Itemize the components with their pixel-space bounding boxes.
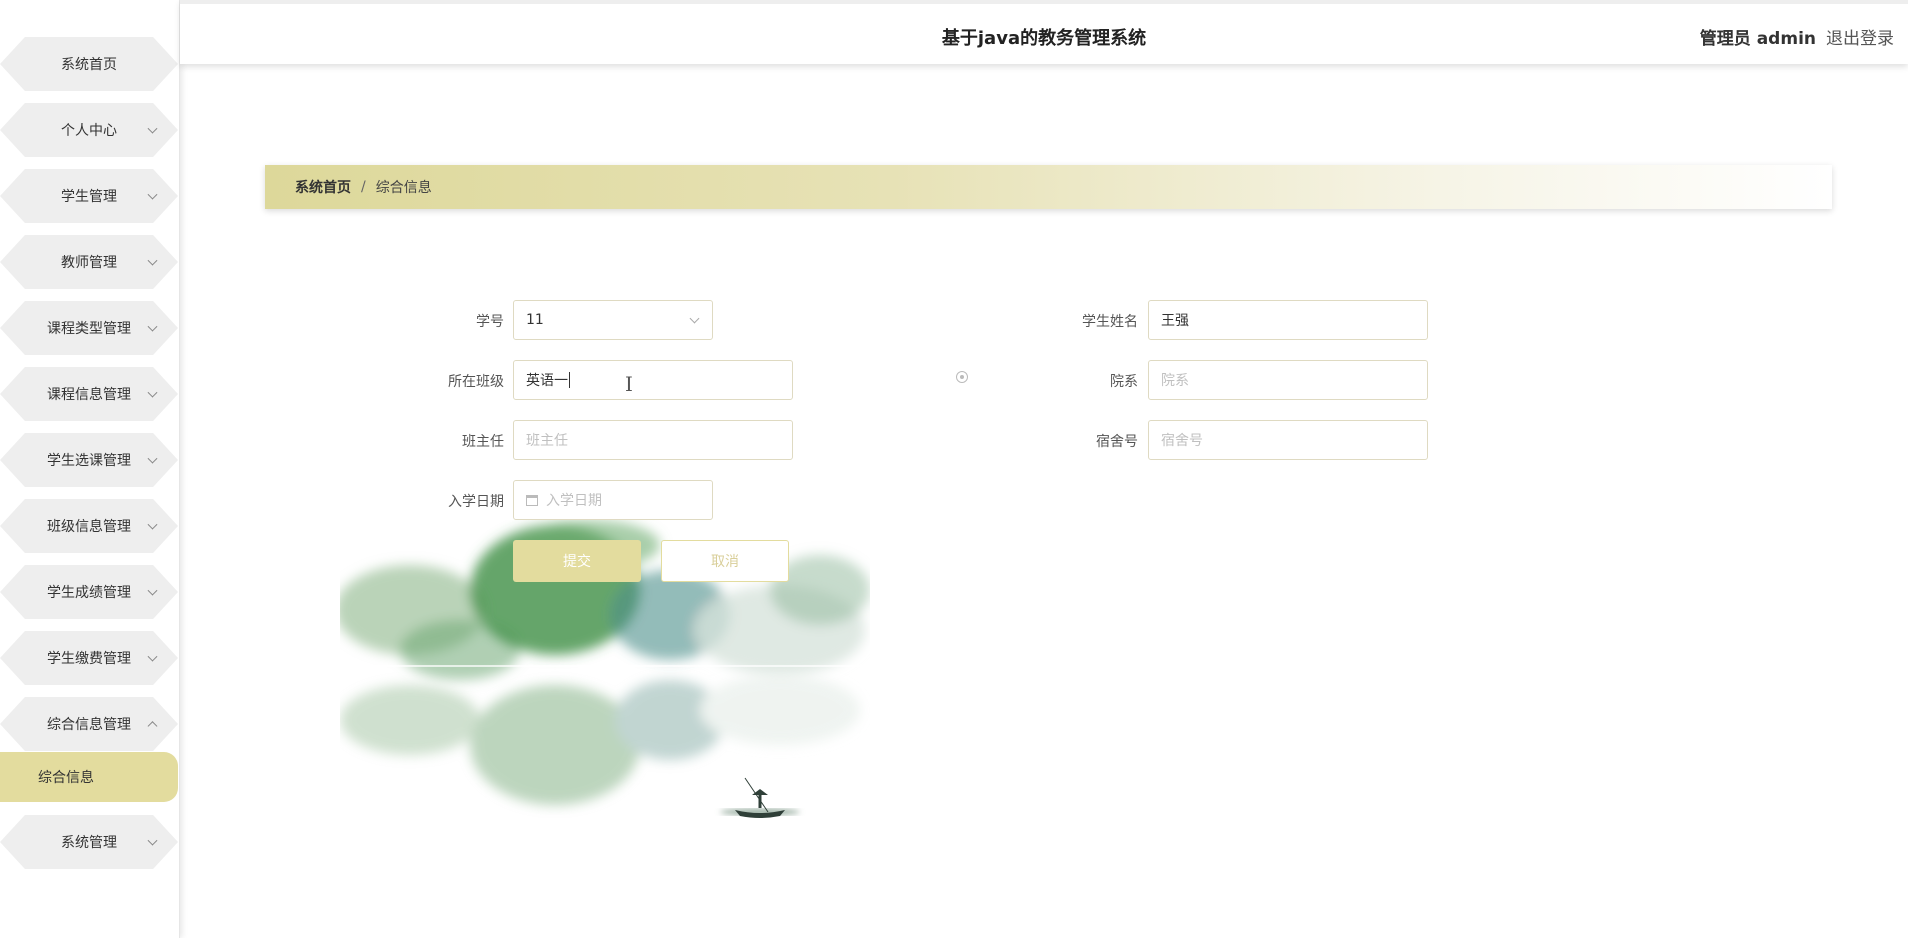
nav-subitem-comprehensive-info[interactable]: 综合信息 (0, 752, 178, 802)
nav-item-label: 系统管理 (61, 835, 117, 851)
class-input[interactable]: 英语一 (513, 360, 793, 400)
breadcrumb-separator: / (361, 179, 366, 195)
head-teacher-placeholder: 班主任 (526, 433, 568, 449)
nav-item-course-type-management[interactable]: 课程类型管理 (0, 301, 178, 355)
logout-link[interactable]: 退出登录 (1826, 24, 1894, 49)
nav-item-label: 学生缴费管理 (47, 651, 131, 667)
nav-item-label: 个人中心 (61, 123, 117, 139)
breadcrumb-current: 综合信息 (375, 180, 432, 196)
nav-item-course-info-management[interactable]: 课程信息管理 (0, 367, 178, 421)
nav-item-label: 学生成绩管理 (47, 585, 131, 601)
breadcrumb: 系统首页 / 综合信息 (265, 165, 1832, 209)
department-input[interactable]: 院系 (1148, 360, 1428, 400)
circle-dot-icon (956, 371, 968, 383)
text-caret (569, 372, 570, 388)
nav-item-fee-management[interactable]: 学生缴费管理 (0, 631, 178, 685)
head-teacher-input[interactable]: 班主任 (513, 420, 793, 460)
dorm-placeholder: 宿舍号 (1161, 433, 1203, 449)
enroll-date-label: 入学日期 (448, 494, 504, 510)
nav-item-label: 班级信息管理 (47, 519, 131, 535)
nav-item-student-management[interactable]: 学生管理 (0, 169, 178, 223)
student-name-input[interactable]: 王强 (1148, 300, 1428, 340)
cancel-button[interactable]: 取消 (661, 540, 789, 582)
nav-item-course-selection-management[interactable]: 学生选课管理 (0, 433, 178, 487)
nav-item-class-info-management[interactable]: 班级信息管理 (0, 499, 178, 553)
nav-item-grade-management[interactable]: 学生成绩管理 (0, 565, 178, 619)
nav-item-teacher-management[interactable]: 教师管理 (0, 235, 178, 289)
dorm-input[interactable]: 宿舍号 (1148, 420, 1428, 460)
sidebar: 系统首页 个人中心 学生管理 教师管理 课程类型管理 课程信息管理 学生选课管理… (0, 0, 180, 938)
department-placeholder: 院系 (1161, 373, 1189, 389)
nav-item-label: 系统首页 (61, 57, 117, 73)
head-teacher-label: 班主任 (462, 434, 504, 450)
student-name-value: 王强 (1161, 313, 1189, 329)
chevron-down-icon (689, 313, 700, 324)
nav-item-label: 学生管理 (61, 189, 117, 205)
student-id-label: 学号 (476, 314, 504, 330)
user-role: 管理员 admin (1699, 29, 1816, 49)
nav-item-personal-center[interactable]: 个人中心 (0, 103, 178, 157)
nav-item-label: 课程类型管理 (47, 321, 131, 337)
breadcrumb-home[interactable]: 系统首页 (295, 177, 351, 197)
nav-item-home[interactable]: 系统首页 (0, 37, 178, 91)
nav-item-system-management[interactable]: 系统管理 (0, 815, 178, 869)
department-label: 院系 (1110, 374, 1138, 390)
nav-item-label: 综合信息管理 (47, 717, 131, 733)
user-info: 管理员 admin 退出登录 (1700, 24, 1894, 49)
calendar-icon (526, 494, 538, 506)
nav-item-label: 教师管理 (61, 255, 117, 271)
enroll-date-placeholder: 入学日期 (546, 493, 602, 509)
top-header: 基于java的教务管理系统 管理员 admin 退出登录 (180, 0, 1908, 64)
nav-item-comprehensive-info-management[interactable]: 综合信息管理 (0, 697, 178, 751)
class-label: 所在班级 (448, 374, 504, 390)
text-cursor-icon: I (625, 372, 633, 396)
student-name-label: 学生姓名 (1082, 314, 1138, 330)
dorm-label: 宿舍号 (1096, 434, 1138, 450)
nav-item-label: 学生选课管理 (47, 453, 131, 469)
nav-item-label: 课程信息管理 (47, 387, 131, 403)
app-title: 基于java的教务管理系统 (941, 28, 1147, 49)
student-id-value: 11 (526, 312, 544, 328)
enroll-date-picker[interactable]: 入学日期 (513, 480, 713, 520)
submit-button[interactable]: 提交 (513, 540, 641, 582)
class-value: 英语一 (526, 373, 568, 389)
student-id-select[interactable]: 11 (513, 300, 713, 340)
